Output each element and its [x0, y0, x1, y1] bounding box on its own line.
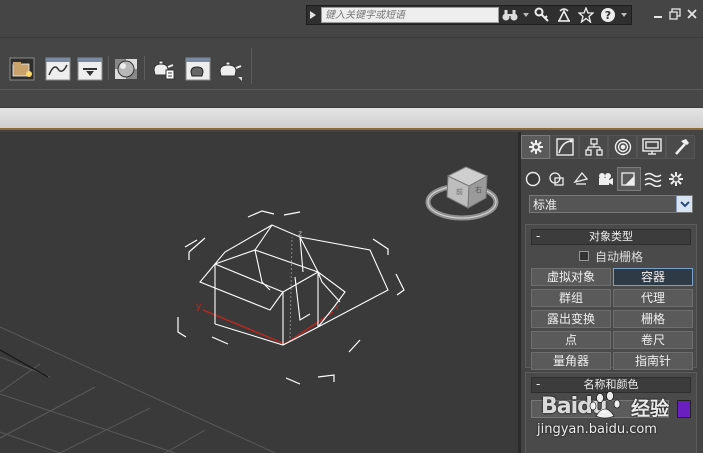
object-color-swatch[interactable] — [677, 400, 691, 418]
viewport-canvas[interactable]: y x z 前 右 — [0, 132, 518, 453]
binoculars-icon[interactable] — [499, 6, 521, 24]
collapse-icon[interactable]: - — [536, 229, 540, 243]
scene-explorer-icon[interactable] — [8, 55, 36, 83]
utilities-tab[interactable] — [666, 135, 695, 159]
svg-text:右: 右 — [475, 185, 482, 194]
container-wireframe[interactable] — [199, 224, 389, 346]
geometry-icon[interactable] — [521, 167, 545, 191]
home-grid — [0, 326, 276, 453]
axis-label-x: x — [334, 303, 340, 313]
space-warps-icon[interactable] — [641, 167, 665, 191]
crowd-button[interactable]: 群组 — [531, 289, 611, 307]
render-setup-icon[interactable] — [149, 55, 177, 83]
create-tab[interactable] — [521, 135, 550, 159]
perspective-viewport[interactable]: y x z 前 右 — [0, 132, 518, 453]
restore-icon[interactable] — [668, 8, 682, 22]
name-and-color-rollout: - 名称和颜色 — [525, 372, 697, 453]
protractor-button[interactable]: 量角器 — [531, 352, 611, 370]
dummy-button[interactable]: 虚拟对象 — [531, 268, 611, 286]
close-icon[interactable] — [685, 8, 699, 22]
compass-button[interactable]: 指南针 — [613, 352, 693, 370]
shapes-icon[interactable] — [545, 167, 569, 191]
autogrid-label: 自动栅格 — [594, 249, 643, 264]
create-subcategory-tabs — [521, 167, 703, 191]
lights-icon[interactable] — [569, 167, 593, 191]
curve-editor-icon[interactable] — [44, 55, 72, 83]
axis-label-y: y — [196, 302, 202, 312]
cameras-icon[interactable] — [593, 167, 617, 191]
minimize-icon[interactable] — [652, 8, 666, 22]
display-tab[interactable] — [637, 135, 666, 159]
checkbox-icon[interactable] — [578, 251, 589, 261]
rendering-toolbar-group — [4, 48, 252, 84]
expose-transform-button[interactable]: 露出变换 — [531, 310, 611, 328]
point-button[interactable]: 点 — [531, 331, 611, 349]
dope-sheet-icon[interactable] — [76, 55, 104, 83]
toolbar-divider — [108, 56, 109, 80]
helpers-icon[interactable] — [617, 167, 641, 191]
collapse-icon[interactable]: - — [536, 377, 540, 391]
object-name-field[interactable] — [531, 400, 670, 418]
title-bar: ? — [0, 0, 703, 38]
ribbon-panel — [0, 108, 703, 130]
star-icon[interactable] — [575, 6, 597, 24]
systems-icon[interactable] — [665, 167, 689, 191]
communication-center-icon[interactable] — [553, 6, 575, 24]
main-toolbar — [0, 38, 703, 89]
chevron-down-icon[interactable] — [619, 6, 629, 24]
viewcube[interactable]: 前 右 — [425, 166, 499, 221]
svg-text:前: 前 — [456, 187, 463, 196]
material-editor-icon[interactable] — [112, 55, 140, 83]
name-and-color-header[interactable]: - 名称和颜色 — [531, 377, 691, 393]
play-triangle-icon[interactable] — [307, 6, 319, 24]
svg-text:?: ? — [605, 9, 611, 22]
command-panel-tabs — [521, 135, 703, 159]
render-production-icon[interactable] — [216, 55, 244, 83]
chevron-down-icon[interactable] — [521, 6, 531, 24]
toolbar-divider — [144, 56, 145, 80]
object-type-rollout: - 对象类型 自动栅格 虚拟对象 容器 群组 代理 露出变换 栅格 点 卷尺 量… — [525, 224, 697, 370]
grid-button[interactable]: 栅格 — [613, 310, 693, 328]
modify-tab[interactable] — [550, 135, 579, 159]
search-input[interactable] — [321, 7, 499, 23]
infocenter-toolbar: ? — [306, 5, 632, 25]
name-row — [531, 399, 691, 419]
hierarchy-tab[interactable] — [579, 135, 608, 159]
rollout-title: 名称和颜色 — [583, 378, 639, 391]
container-button[interactable]: 容器 — [613, 268, 693, 286]
rollout-title: 对象类型 — [589, 230, 633, 243]
autogrid-checkbox[interactable]: 自动栅格 — [526, 247, 696, 265]
category-value: 标准 — [533, 197, 558, 212]
ribbon-strip — [0, 89, 703, 108]
motion-tab[interactable] — [608, 135, 637, 159]
command-panel: 标准 - 对象类型 自动栅格 虚拟对象 容器 群组 代理 露出变换 栅格 点 卷… — [521, 132, 703, 453]
key-icon[interactable] — [531, 6, 553, 24]
object-type-header[interactable]: - 对象类型 — [531, 229, 691, 245]
grid-center-line — [0, 349, 49, 378]
help-icon[interactable]: ? — [597, 6, 619, 24]
category-dropdown[interactable]: 标准 — [529, 195, 693, 213]
tape-button[interactable]: 卷尺 — [613, 331, 693, 349]
render-frame-icon[interactable] — [184, 55, 212, 83]
object-type-buttons: 虚拟对象 容器 群组 代理 露出变换 栅格 点 卷尺 量角器 指南针 — [526, 265, 696, 374]
delegate-button[interactable]: 代理 — [613, 289, 693, 307]
chevron-down-icon[interactable] — [676, 196, 692, 212]
